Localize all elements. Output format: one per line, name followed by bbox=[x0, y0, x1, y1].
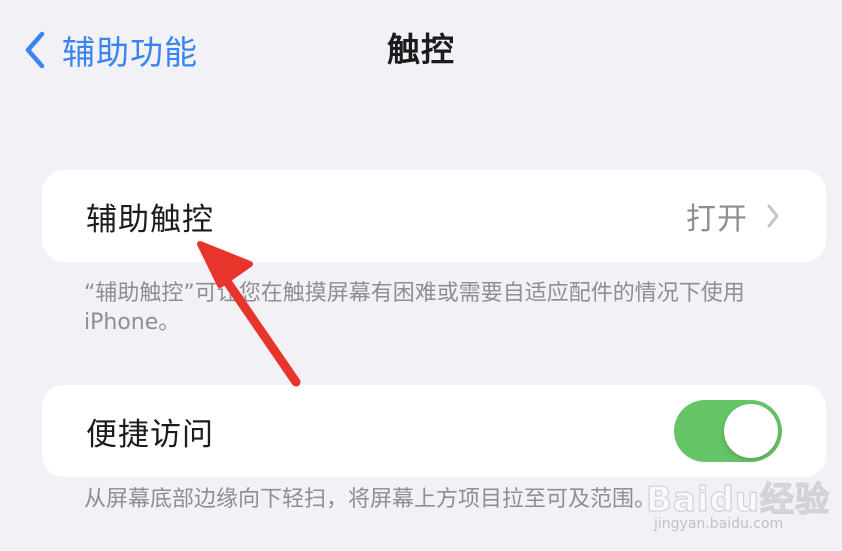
assistive-touch-footnote: “辅助触控”可让您在触摸屏幕有困难或需要自适应配件的情况下使用iPhone。 bbox=[84, 281, 745, 335]
reachability-label: 便捷访问 bbox=[86, 416, 214, 453]
watermark-sub-text: jingyan.baidu.com bbox=[654, 516, 784, 532]
watermark-main-text: Baidu经验 bbox=[645, 479, 831, 520]
assistive-touch-row[interactable]: 辅助触控 打开 bbox=[42, 170, 826, 262]
page-title: 触控 bbox=[387, 30, 455, 69]
toggle-knob bbox=[724, 404, 778, 458]
assistive-touch-label: 辅助触控 bbox=[86, 201, 214, 238]
chevron-right-icon bbox=[766, 203, 780, 229]
assistive-touch-value: 打开 bbox=[686, 202, 748, 237]
settings-touch-screen: 辅助功能 触控 辅助触控 打开 “辅助触控”可让您在触摸屏幕有困难或需要自适应配… bbox=[0, 0, 842, 551]
reachability-toggle[interactable] bbox=[674, 400, 782, 462]
baidu-watermark: Baidu经验 jingyan.baidu.com bbox=[636, 462, 836, 542]
